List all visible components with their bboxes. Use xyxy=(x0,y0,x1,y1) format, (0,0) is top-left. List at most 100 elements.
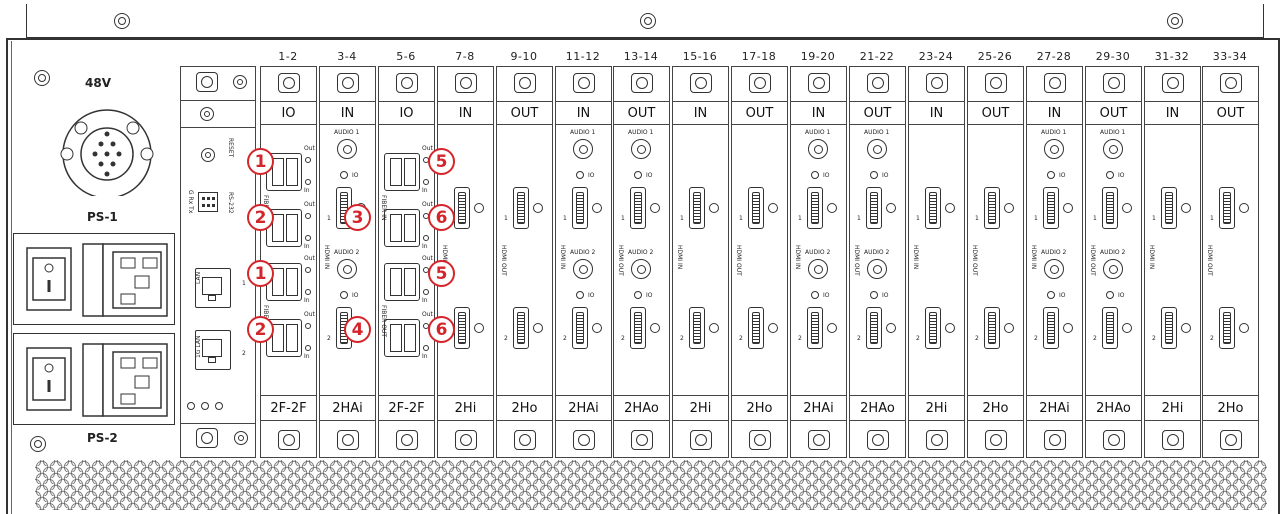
panel-screw xyxy=(196,72,218,92)
card-screw xyxy=(337,73,359,93)
audio-jack[interactable] xyxy=(337,139,357,159)
hdmi-port[interactable] xyxy=(513,187,529,229)
io-led xyxy=(634,171,642,179)
hdmi-port[interactable] xyxy=(454,307,470,349)
audio2-label: AUDIO 2 xyxy=(334,249,360,256)
audio-jack[interactable] xyxy=(867,259,887,279)
hdmi-port[interactable] xyxy=(1161,187,1177,229)
fiber-port[interactable] xyxy=(384,153,420,191)
audio-jack[interactable] xyxy=(631,259,651,279)
hdmi-port[interactable] xyxy=(866,307,882,349)
panel-divider xyxy=(180,127,256,128)
io-label: IO xyxy=(352,172,359,179)
slot-card: IN 2Hi 1 2 HDMI IN xyxy=(672,66,729,458)
io-label: IO xyxy=(588,172,595,179)
card-screw xyxy=(1220,430,1242,450)
slot-card: IN 2Hi 1 2 HDMI IN xyxy=(1144,66,1201,458)
in-label: In xyxy=(422,353,428,360)
io-label: IO xyxy=(352,292,359,299)
port-number-label: 2 xyxy=(1093,335,1097,342)
audio-jack[interactable] xyxy=(573,259,593,279)
audio-jack[interactable] xyxy=(631,139,651,159)
fiber-port[interactable] xyxy=(384,319,420,357)
hdmi-port[interactable] xyxy=(513,307,529,349)
audio-jack[interactable] xyxy=(808,139,828,159)
io-label: IO xyxy=(823,292,830,299)
slot-type-label: 2HAo xyxy=(850,395,905,421)
slot-range-label: 31-32 xyxy=(1154,50,1190,63)
slot-direction-label: IN xyxy=(1145,101,1200,125)
port-number-label: 1 xyxy=(327,215,331,222)
slot-range-label: 5-6 xyxy=(396,50,416,63)
card-screw xyxy=(808,430,830,450)
port-number-label: 2 xyxy=(680,335,684,342)
ps2-label: PS-2 xyxy=(87,431,118,445)
fiber-port[interactable] xyxy=(384,263,420,301)
hdmi-port[interactable] xyxy=(925,187,941,229)
out-label: Out xyxy=(304,145,315,152)
hdmi-port[interactable] xyxy=(807,187,823,229)
io-label: IO xyxy=(882,292,889,299)
io-led xyxy=(576,291,584,299)
slot-direction-label: IN xyxy=(1027,101,1082,125)
port-number-label: 2 xyxy=(1034,335,1038,342)
card-screw xyxy=(926,73,948,93)
hdmi-port[interactable] xyxy=(1043,307,1059,349)
hdmi-port[interactable] xyxy=(748,307,764,349)
audio-jack[interactable] xyxy=(867,139,887,159)
audio-jack[interactable] xyxy=(1103,259,1123,279)
audio-jack[interactable] xyxy=(1103,139,1123,159)
hdmi-in-label: HDMI IN xyxy=(1030,245,1037,270)
audio-jack[interactable] xyxy=(1044,259,1064,279)
lan2-label: 1G LAN xyxy=(195,335,202,358)
hdmi-port[interactable] xyxy=(630,307,646,349)
hdmi-port[interactable] xyxy=(689,307,705,349)
hdmi-port[interactable] xyxy=(572,307,588,349)
hdmi-port[interactable] xyxy=(984,187,1000,229)
port-number-label: 2 xyxy=(916,335,920,342)
port-led xyxy=(592,203,602,213)
audio1-label: AUDIO 1 xyxy=(805,129,831,136)
io-led xyxy=(340,171,348,179)
fiber-in-label: FIBER IN xyxy=(380,195,387,221)
hdmi-port[interactable] xyxy=(866,187,882,229)
hdmi-port[interactable] xyxy=(572,187,588,229)
hdmi-out-label: HDMI OUT xyxy=(1089,245,1096,276)
panel-screw xyxy=(196,428,218,448)
reset-button[interactable] xyxy=(201,148,215,162)
out-label: Out xyxy=(304,201,315,208)
slot-range-label: 17-18 xyxy=(741,50,777,63)
io-label: IO xyxy=(823,172,830,179)
lan-index-2: 2 xyxy=(242,350,246,357)
hdmi-port[interactable] xyxy=(925,307,941,349)
hdmi-port[interactable] xyxy=(1043,187,1059,229)
audio-jack[interactable] xyxy=(808,259,828,279)
hdmi-port[interactable] xyxy=(689,187,705,229)
slot-direction-label: OUT xyxy=(1086,101,1141,125)
rs232-pins-label: G Rx Tx xyxy=(187,190,194,214)
audio1-label: AUDIO 1 xyxy=(1041,129,1067,136)
audio1-label: AUDIO 1 xyxy=(864,129,890,136)
hdmi-port[interactable] xyxy=(1219,187,1235,229)
rs232-port[interactable] xyxy=(198,192,218,212)
port-led xyxy=(423,235,429,241)
port-led xyxy=(1063,323,1073,333)
hdmi-port[interactable] xyxy=(807,307,823,349)
slot-range-label: 21-22 xyxy=(859,50,895,63)
hdmi-port[interactable] xyxy=(748,187,764,229)
hdmi-port[interactable] xyxy=(1161,307,1177,349)
hdmi-port[interactable] xyxy=(454,187,470,229)
card-screw xyxy=(396,73,418,93)
audio-jack[interactable] xyxy=(573,139,593,159)
hdmi-port[interactable] xyxy=(1102,307,1118,349)
port-led xyxy=(305,323,311,329)
hdmi-port[interactable] xyxy=(1102,187,1118,229)
psu-1-drawing xyxy=(19,240,175,320)
fiber-port[interactable] xyxy=(384,209,420,247)
in-label: In xyxy=(304,353,310,360)
hdmi-port[interactable] xyxy=(630,187,646,229)
audio-jack[interactable] xyxy=(1044,139,1064,159)
audio-jack[interactable] xyxy=(337,259,357,279)
hdmi-port[interactable] xyxy=(1219,307,1235,349)
hdmi-port[interactable] xyxy=(984,307,1000,349)
